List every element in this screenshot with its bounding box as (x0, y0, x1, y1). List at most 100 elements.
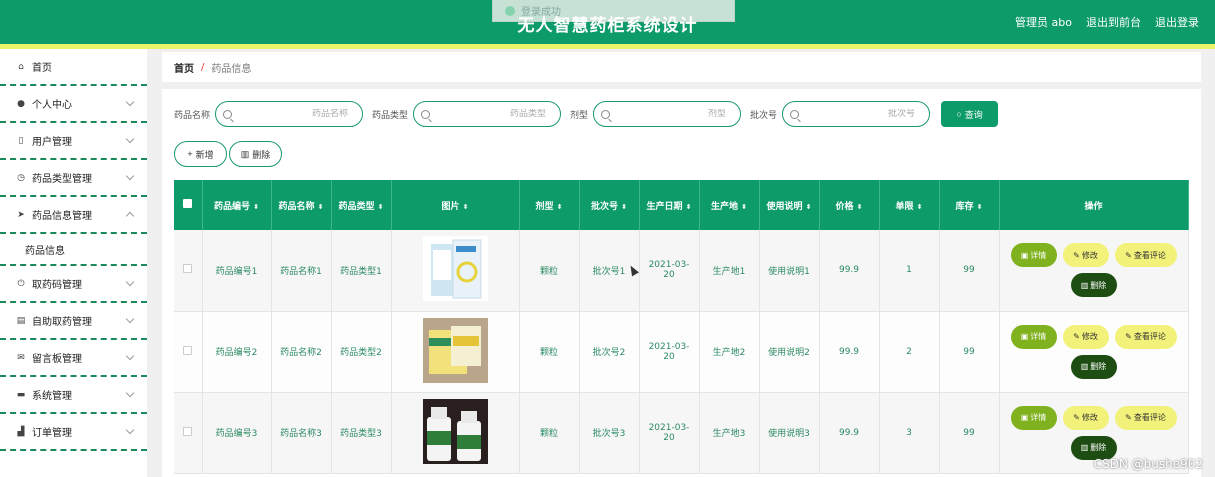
sidebar-item-label: 用户管理 (32, 137, 72, 148)
top-header: 登录成功 无人智慧药柜系统设计 管理员 abo 退出到前台 退出登录 (0, 0, 1215, 44)
detail-button[interactable]: ▣ 详情 (1010, 405, 1057, 430)
table-row: 药品编号1 药品名称1 药品类型1 颗粒 批次号1 2021-03-20 生产地1 使用说明1… (174, 230, 1189, 312)
column-header-label: 价格 (835, 201, 854, 212)
select-all-checkbox[interactable] (183, 199, 193, 208)
sidebar-item[interactable]: ▯ 用户管理 (0, 123, 147, 160)
detail-button[interactable]: ▣ 详情 (1010, 243, 1057, 268)
cell-origin: 生产地2 (699, 311, 760, 393)
column-header[interactable]: 价格 ⬍ (819, 180, 880, 230)
plus-icon: + (187, 149, 193, 159)
sidebar-item[interactable]: ▬ 系统管理 (0, 377, 147, 414)
column-header-label: 库存 (955, 201, 974, 212)
breadcrumb-home[interactable]: 首页 (174, 60, 194, 75)
search-batch-input[interactable] (783, 109, 930, 119)
add-button[interactable]: + 新增 (174, 141, 227, 167)
search-icon: ○ (956, 109, 962, 119)
row-checkbox[interactable] (183, 426, 193, 436)
sidebar-item-label: 药品信息管理 (32, 211, 92, 222)
current-user: 管理员 abo (1015, 16, 1072, 29)
column-header[interactable]: 药品类型 ⬍ (331, 180, 392, 230)
trash-icon: ▥ (1080, 362, 1089, 371)
search-bar: 药品名称 药品类型 剂型 批次号 (174, 101, 999, 127)
table-row: 药品编号2 药品名称2 药品类型2 颗粒 批次号2 2021-03-20 生产地2 使用说明2… (174, 311, 1189, 393)
medicine-image-cell (391, 392, 520, 474)
detail-icon: ▣ (1020, 413, 1029, 422)
edit-button[interactable]: ✎ 修改 (1062, 243, 1109, 268)
view-comments-button[interactable]: ✎ 查看评论 (1114, 405, 1177, 430)
column-header[interactable]: 药品编号 ⬍ (202, 180, 272, 230)
sidebar-item[interactable]: ◷ 药品类型管理 (0, 160, 147, 197)
cell-usage: 使用说明2 (759, 311, 820, 393)
sidebar-item[interactable]: ⌂ 首页 (0, 49, 147, 86)
logout-link[interactable]: 退出登录 (1155, 14, 1199, 30)
sidebar-item-label: 药品类型管理 (32, 174, 92, 185)
comment-icon: ✎ (1125, 250, 1132, 260)
row-delete-button[interactable]: ▥ 删除 (1070, 354, 1117, 379)
chevron-down-icon (125, 425, 135, 435)
sidebar-item[interactable]: ● 个人中心 (0, 86, 147, 123)
sidebar-item-label: 自助取药管理 (32, 317, 92, 328)
sidebar-item-label: 留言板管理 (32, 354, 82, 365)
cell-date: 2021-03-20 (639, 311, 700, 393)
row-checkbox[interactable] (183, 345, 193, 355)
row-delete-button[interactable]: ▥ 删除 (1070, 273, 1117, 298)
sidebar-item-label: 订单管理 (32, 428, 72, 439)
breadcrumb-current: 药品信息 (211, 63, 252, 75)
chart-icon: ▤ (16, 315, 26, 326)
sidebar-item[interactable]: ⏻ 取药码管理 (0, 266, 147, 303)
chevron-down-icon (125, 171, 135, 181)
column-header[interactable]: 生产日期 ⬍ (639, 180, 700, 230)
view-comments-button[interactable]: ✎ 查看评论 (1114, 243, 1177, 268)
column-header[interactable]: 图片 ⬍ (391, 180, 520, 230)
cell-stock: 99 (939, 311, 1000, 393)
column-header[interactable]: 剂型 ⬍ (519, 180, 580, 230)
medicine-image (422, 236, 488, 302)
cell-date: 2021-03-20 (639, 230, 700, 312)
edit-icon: ✎ (1073, 332, 1080, 341)
sort-icon: ⬍ (462, 202, 469, 211)
cell-type: 药品类型1 (331, 230, 392, 312)
search-form-input[interactable] (594, 109, 741, 119)
chevron-down-icon (125, 277, 135, 287)
to-front-link[interactable]: 退出到前台 (1086, 14, 1141, 30)
view-comments-button[interactable]: ✎ 查看评论 (1114, 324, 1177, 349)
user-manage-icon: ▯ (18, 135, 24, 146)
search-button-label: 查询 (964, 109, 983, 120)
column-header[interactable]: 批次号 ⬍ (579, 180, 640, 230)
column-header-label: 剂型 (535, 201, 554, 212)
sidebar-item[interactable]: ▟ 订单管理 (0, 414, 147, 451)
sort-icon: ⬍ (856, 202, 863, 211)
edit-button[interactable]: ✎ 修改 (1062, 405, 1109, 430)
sort-icon: ⬍ (317, 202, 324, 211)
content-panel: 药品名称 药品类型 剂型 批次号 (162, 89, 1201, 477)
column-header[interactable]: 药品名称 ⬍ (271, 180, 332, 230)
batch-delete-button[interactable]: ▥ 删除 (229, 141, 282, 167)
column-header[interactable]: 生产地 ⬍ (699, 180, 760, 230)
row-delete-button[interactable]: ▥ 删除 (1070, 435, 1117, 460)
search-name-input[interactable] (216, 109, 363, 119)
sidebar-item[interactable]: ▤ 自助取药管理 (0, 303, 147, 340)
column-header[interactable]: 单限 ⬍ (879, 180, 940, 230)
search-label-batch: 批次号 (750, 110, 778, 121)
row-checkbox[interactable] (183, 264, 193, 274)
search-button[interactable]: ○ 查询 (941, 101, 999, 127)
cell-origin: 生产地3 (699, 392, 760, 474)
sidebar-item[interactable]: ➤ 药品信息管理 (0, 197, 147, 234)
medicine-image (422, 317, 488, 383)
sidebar-item[interactable]: ✉ 留言板管理 (0, 340, 147, 377)
sidebar-item-label: 系统管理 (32, 391, 72, 402)
cell-name: 药品名称3 (271, 392, 332, 474)
cell-usage: 使用说明3 (759, 392, 820, 474)
detail-button[interactable]: ▣ 详情 (1010, 324, 1057, 349)
sidebar-item-label: 首页 (32, 63, 52, 74)
search-type-input[interactable] (414, 109, 561, 119)
add-button-label: 新增 (195, 149, 214, 160)
cell-name: 药品名称1 (271, 230, 332, 312)
cell-batch: 批次号2 (579, 311, 640, 393)
column-header[interactable]: 库存 ⬍ (939, 180, 1000, 230)
medicine-table: 药品编号 ⬍ 药品名称 ⬍ 药品类型 ⬍ 图片 ⬍ 剂型 ⬍ 批次号 ⬍ 生产日期 ⬍ 生产地 ⬍ 使用说明 ⬍ 价… (174, 180, 1189, 474)
edit-button[interactable]: ✎ 修改 (1062, 324, 1109, 349)
chevron-down-icon (125, 388, 135, 398)
column-header[interactable]: 使用说明 ⬍ (759, 180, 820, 230)
sidebar-subitem-medicine-info[interactable]: 药品信息 (0, 234, 147, 266)
